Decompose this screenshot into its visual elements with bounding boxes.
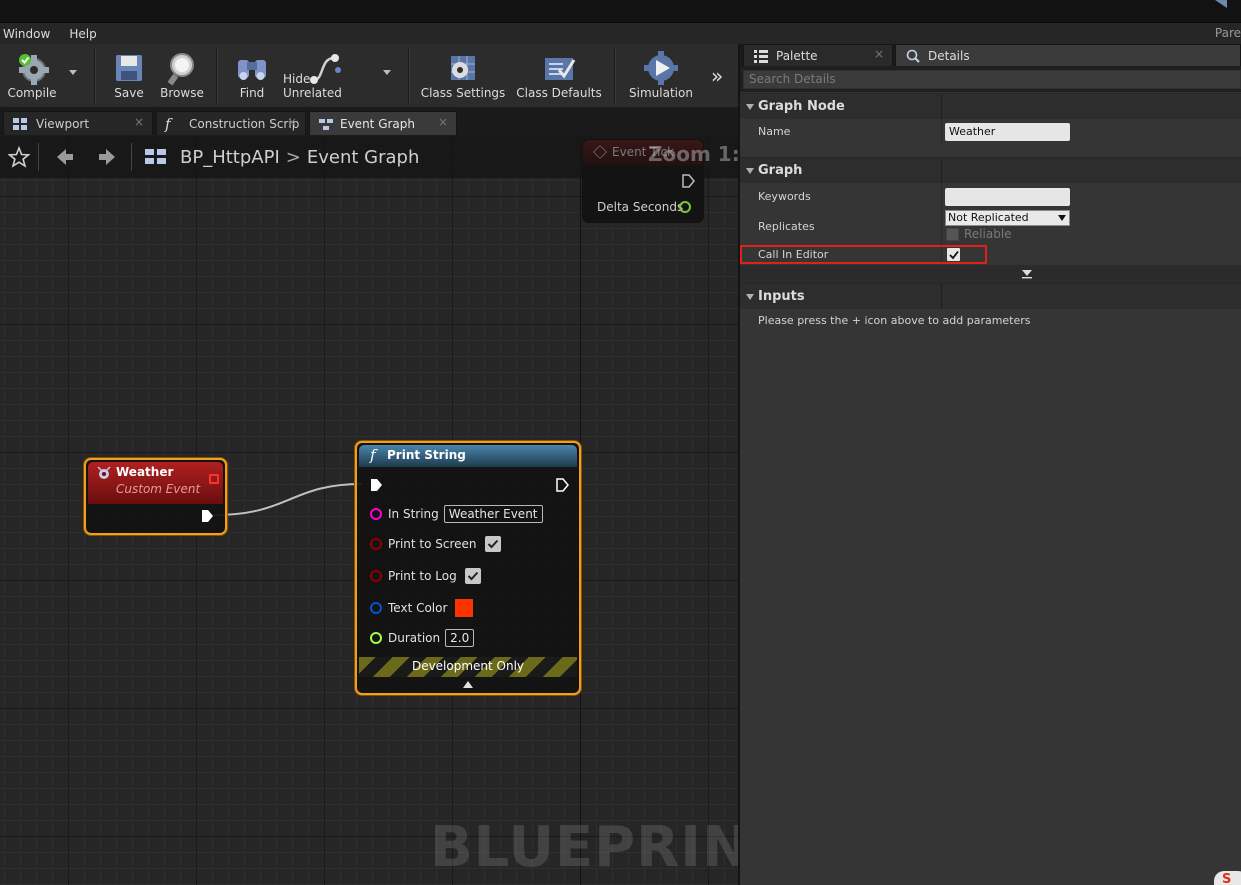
tab-close-icon[interactable]: × <box>874 47 884 61</box>
exec-out-pin-icon[interactable] <box>555 478 569 492</box>
column-splitter <box>941 119 942 145</box>
blueprint-watermark: BLUEPRINT <box>430 815 790 880</box>
inputs-hint-row: Please press the + icon above to add par… <box>740 309 1241 333</box>
collapse-arrow-icon[interactable] <box>463 681 473 688</box>
checkmark-icon <box>467 571 478 581</box>
weather-node-subtitle: Custom Event <box>116 482 201 496</box>
custom-event-icon <box>97 466 111 479</box>
in-string-label: In String <box>388 507 439 521</box>
category-inputs[interactable]: Inputs <box>740 283 1241 310</box>
column-splitter <box>941 284 942 310</box>
expand-triangle-icon <box>746 167 754 174</box>
print-to-screen-checkbox[interactable] <box>484 536 501 552</box>
text-color-label: Text Color <box>388 601 448 615</box>
delegate-pin-icon[interactable] <box>209 474 219 484</box>
weather-node-title: Weather <box>116 465 174 479</box>
tab-details[interactable]: Details <box>895 44 1241 66</box>
call-in-editor-highlight <box>740 245 987 264</box>
print-to-log-checkbox[interactable] <box>464 568 481 584</box>
column-splitter <box>941 183 942 209</box>
side-panel-tabs: Palette × Details <box>740 44 1241 66</box>
advanced-expander[interactable] <box>740 265 1241 283</box>
exec-out-pin-icon[interactable] <box>200 509 214 523</box>
chevron-down-icon <box>1058 215 1066 221</box>
duration-label: Duration <box>388 631 441 645</box>
parent-class-label: Pare <box>1214 26 1241 40</box>
category-graph-node[interactable]: Graph Node <box>740 93 1241 120</box>
print-string-title: Print String <box>387 448 466 462</box>
window-corner-icon <box>1215 0 1227 8</box>
replicates-value: Not Replicated <box>948 211 1029 224</box>
column-splitter <box>941 94 942 120</box>
category-graph-node-label: Graph Node <box>758 99 845 114</box>
print-to-screen-label: Print to Screen <box>388 537 477 551</box>
category-graph-label: Graph <box>758 163 803 178</box>
print-string-node[interactable]: f Print String In String Weather Event P… <box>355 441 581 695</box>
reliable-checkbox[interactable] <box>946 228 959 241</box>
category-inputs-label: Inputs <box>758 289 805 304</box>
tab-palette-label: Palette <box>776 48 818 63</box>
logo-mark-icon: S <box>1222 872 1232 885</box>
text-color-swatch[interactable] <box>455 599 474 617</box>
print-to-screen-row: Print to Screen <box>370 536 501 552</box>
print-to-log-row: Print to Log <box>370 568 481 584</box>
function-icon: f <box>370 446 376 464</box>
keywords-input[interactable] <box>945 188 1070 206</box>
logo-badge: S <box>1214 871 1241 885</box>
keywords-label: Keywords <box>758 190 811 203</box>
in-string-row: In String Weather Event <box>370 505 543 523</box>
exec-in-pin-icon[interactable] <box>369 478 383 492</box>
expand-triangle-icon <box>746 103 754 110</box>
property-row-replicates: Replicates Not Replicated Reliable <box>740 209 1241 245</box>
palette-list-icon <box>754 49 768 63</box>
tab-palette[interactable]: Palette × <box>743 44 893 66</box>
property-row-name: Name Weather <box>740 119 1241 145</box>
duration-row: Duration 2.0 <box>370 629 475 647</box>
tab-details-label: Details <box>928 48 970 63</box>
property-row-keywords: Keywords <box>740 183 1241 209</box>
search-details-input[interactable]: Search Details <box>743 70 1241 89</box>
inputs-hint: Please press the + icon above to add par… <box>758 314 1031 327</box>
in-string-input[interactable]: Weather Event <box>443 505 543 523</box>
name-label: Name <box>758 125 791 138</box>
blueprint-editor-window: Window Help Pare Compile Save Browse Fin… <box>0 0 1241 885</box>
string-pin-icon[interactable] <box>370 508 382 520</box>
replicates-dropdown[interactable]: Not Replicated <box>945 210 1070 226</box>
duration-input[interactable]: 2.0 <box>445 629 475 647</box>
weather-custom-event-node[interactable]: Weather Custom Event <box>84 458 227 535</box>
checkmark-icon <box>487 539 498 549</box>
text-color-row: Text Color <box>370 599 474 617</box>
details-search-icon <box>906 49 920 63</box>
reliable-label: Reliable <box>964 227 1012 241</box>
expand-triangle-icon <box>746 293 754 300</box>
struct-pin-icon[interactable] <box>370 602 382 614</box>
float-pin-icon[interactable] <box>370 632 382 644</box>
replicates-label: Replicates <box>758 220 815 233</box>
development-only-label: Development Only <box>411 659 525 673</box>
bool-pin-icon[interactable] <box>370 570 382 582</box>
print-to-log-label: Print to Log <box>388 569 457 583</box>
bool-pin-icon[interactable] <box>370 538 382 550</box>
column-splitter <box>941 209 942 245</box>
name-input[interactable]: Weather <box>945 123 1070 141</box>
column-splitter <box>941 158 942 184</box>
chevron-down-icon <box>1022 270 1032 279</box>
category-graph[interactable]: Graph <box>740 157 1241 184</box>
